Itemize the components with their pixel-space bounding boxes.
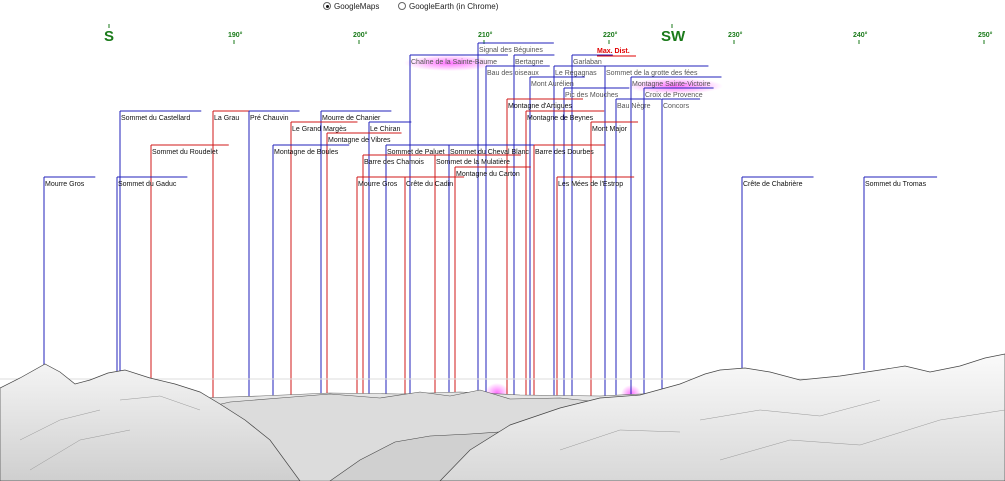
peak-label[interactable]: Garlaban bbox=[573, 59, 602, 66]
peak-marker[interactable]: Montagne de Boules bbox=[272, 144, 350, 398]
peak-marker[interactable]: Mourre Gros bbox=[356, 176, 409, 402]
degree-label: 200° bbox=[353, 31, 368, 39]
peak-label[interactable]: Mourre de Chanier bbox=[322, 115, 381, 122]
peak-label[interactable]: Sommet du Gaduc bbox=[118, 181, 177, 188]
peak-marker[interactable]: Chaîne de la Sainte-Baume bbox=[409, 54, 508, 402]
peak-label[interactable]: Crête du Cadin bbox=[406, 181, 453, 188]
peak-label[interactable]: Le Chiran bbox=[370, 126, 400, 133]
direction-s-label: S bbox=[104, 28, 114, 45]
peak-marker[interactable]: Bau Nègre bbox=[615, 98, 662, 398]
peak-label[interactable]: Crête de Chabrière bbox=[743, 181, 803, 188]
peak-marker[interactable]: Barre des Chamois bbox=[362, 154, 435, 400]
peak-marker[interactable]: Signal des Béguines bbox=[477, 42, 554, 400]
degree-label: 190° bbox=[228, 31, 243, 39]
peak-label[interactable]: Mont Major bbox=[592, 126, 628, 133]
peak-label[interactable]: Signal des Béguines bbox=[479, 47, 543, 54]
peak-marker[interactable]: Concors bbox=[661, 98, 701, 396]
peak-marker[interactable]: Mourre Gros bbox=[43, 176, 96, 366]
peak-marker[interactable]: Les Mées de l'Estrop bbox=[556, 176, 635, 400]
peak-label[interactable]: Sommet du Tromas bbox=[865, 181, 927, 188]
peak-label[interactable]: Pré Chauvin bbox=[250, 115, 289, 122]
degree-label: 250° bbox=[978, 31, 993, 39]
degree-label: 210° bbox=[478, 31, 493, 39]
compass-scale: S SW 190° 200° 210° 220° 230° 240° 250° Max. D… bbox=[104, 24, 993, 57]
peak-label[interactable]: Barre des Chamois bbox=[364, 159, 424, 166]
peak-marker[interactable]: Sommet du Gaduc bbox=[116, 176, 188, 372]
peak-label[interactable]: Sommet de la grotte des fées bbox=[606, 70, 698, 77]
peak-label[interactable]: Le Regagnas bbox=[555, 70, 597, 77]
peak-label[interactable]: Pic des Mouches bbox=[565, 92, 619, 99]
peak-marker[interactable]: Pic des Mouches bbox=[563, 87, 630, 400]
peak-label[interactable]: La Grau bbox=[214, 115, 239, 122]
degree-label: 220° bbox=[603, 31, 618, 39]
peak-marker[interactable]: Crête de Chabrière bbox=[741, 176, 814, 370]
peak-label[interactable]: Mourre Gros bbox=[45, 181, 85, 188]
peak-marker[interactable]: Montagne Sainte-Victoire bbox=[630, 76, 722, 397]
peak-label[interactable]: Montagne d'Artigues bbox=[508, 103, 572, 110]
peak-label[interactable]: Concors bbox=[663, 103, 690, 110]
peak-marker[interactable]: Croix de Provence bbox=[643, 87, 714, 398]
peak-label[interactable]: Les Mées de l'Estrop bbox=[558, 181, 623, 188]
peak-label[interactable]: Sommet du Roudelet bbox=[152, 149, 218, 156]
peak-marker[interactable]: Sommet de la grotte des fées bbox=[604, 65, 709, 398]
peak-label[interactable]: Montagne du Carton bbox=[456, 171, 520, 178]
peak-label[interactable]: Sommet de la Mulatière bbox=[436, 159, 510, 166]
peak-label[interactable]: Sommet du Castellard bbox=[121, 115, 190, 122]
degree-label: 230° bbox=[728, 31, 743, 39]
peak-marker[interactable]: Sommet du Tromas bbox=[863, 176, 938, 370]
peak-label[interactable]: Croix de Provence bbox=[645, 92, 703, 99]
peak-label[interactable]: Montagne de Boules bbox=[274, 149, 339, 156]
panorama-view[interactable]: S SW 190° 200° 210° 220° 230° 240° 250° Max. D… bbox=[0, 0, 1005, 481]
peak-label[interactable]: Montagne Sainte-Victoire bbox=[632, 81, 711, 88]
peak-label[interactable]: Bau Nègre bbox=[617, 103, 651, 110]
peak-label[interactable]: Barre des Dourbes bbox=[535, 149, 594, 156]
direction-sw-label: SW bbox=[661, 28, 686, 45]
peak-label[interactable]: Chaîne de la Sainte-Baume bbox=[411, 59, 497, 66]
peak-label[interactable]: Montagne de Beynes bbox=[527, 115, 594, 122]
degree-label: 240° bbox=[853, 31, 868, 39]
peak-label[interactable]: Montagne de Vibres bbox=[328, 137, 391, 144]
peak-marker[interactable]: La Grau bbox=[212, 110, 251, 400]
peak-marker[interactable]: Montagne de Vibres bbox=[326, 132, 402, 398]
peak-marker[interactable]: Garlaban bbox=[571, 54, 613, 398]
peak-marker[interactable]: Montagne du Carton bbox=[454, 166, 531, 400]
peak-label[interactable]: Bertagne bbox=[515, 59, 544, 66]
max-distance-label: Max. Dist. bbox=[597, 48, 630, 55]
peak-label[interactable]: Mourre Gros bbox=[358, 181, 398, 188]
peak-markers: Signal des Béguines Chaîne de la Sainte-B… bbox=[43, 42, 938, 402]
peak-label[interactable]: Le Grand Margès bbox=[292, 126, 347, 133]
peak-marker[interactable]: Le Grand Margès bbox=[290, 121, 358, 400]
peak-label[interactable]: Bau des oiseaux bbox=[487, 70, 539, 77]
peak-label[interactable]: Mont Aurélien bbox=[531, 81, 574, 88]
